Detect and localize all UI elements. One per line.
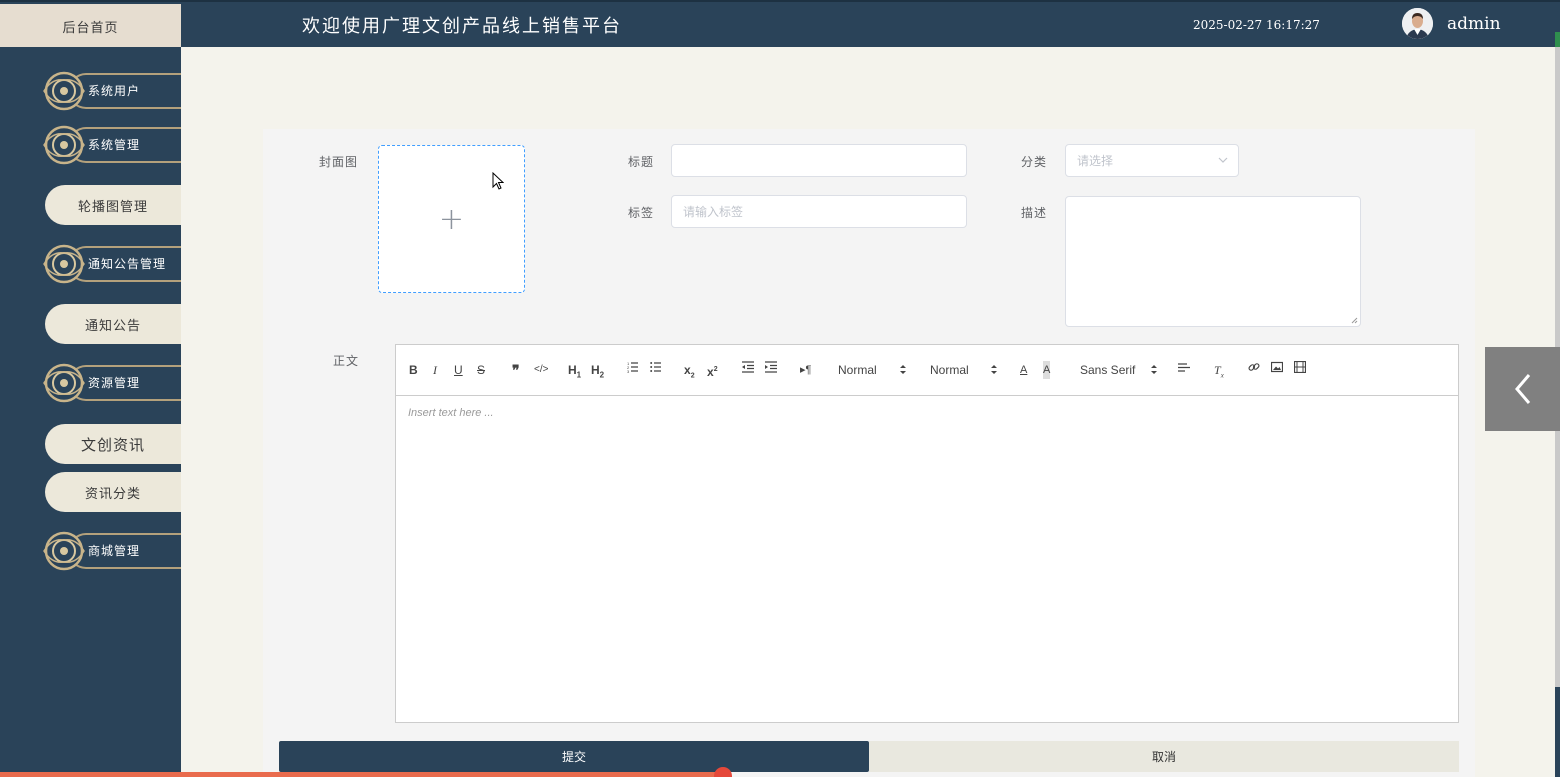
chevron-left-icon (1514, 374, 1530, 404)
category-placeholder: 请选择 (1077, 154, 1114, 168)
ordered-list-icon[interactable]: 123 (627, 361, 639, 373)
font-picker-value: Sans Serif (1080, 363, 1136, 377)
title-label: 标题 (628, 155, 655, 169)
sidebar-item-label: 通知公告管理 (88, 257, 167, 271)
text-color-icon[interactable]: A (1020, 361, 1027, 379)
strike-icon[interactable]: S (477, 361, 485, 379)
background-color-icon[interactable]: A (1043, 361, 1051, 379)
caret-updown-icon (900, 365, 906, 374)
user-avatar-icon (1402, 8, 1433, 39)
bold-icon[interactable]: B (409, 361, 418, 379)
italic-icon[interactable]: I (433, 361, 437, 379)
home-tab[interactable]: 后台首页 (0, 4, 181, 49)
editor-toolbar: B I U S ❞ </> H1 H2 123 x2 x2 ▸¶ Normal … (396, 345, 1458, 396)
code-block-icon[interactable]: </> (534, 361, 548, 379)
top-header: 后台首页 欢迎使用广理文创产品线上销售平台 2025-02-27 16:17:2… (0, 0, 1560, 49)
sidebar-item-resource-management[interactable]: 资源管理 (40, 360, 181, 406)
datetime: 2025-02-27 16:17:27 (1193, 18, 1320, 32)
caret-updown-icon (991, 365, 997, 374)
header-picker[interactable]: Normal (838, 361, 906, 379)
title-input[interactable] (671, 144, 967, 177)
superscript-icon[interactable]: x2 (707, 361, 718, 381)
cover-uploader[interactable]: + (378, 145, 525, 293)
header2-icon[interactable]: H2 (591, 361, 604, 384)
progress-line (0, 772, 725, 777)
collapse-panel-button[interactable] (1485, 347, 1560, 431)
ornament-icon (43, 531, 85, 571)
video-icon[interactable] (1294, 361, 1306, 373)
rich-text-editor: B I U S ❞ </> H1 H2 123 x2 x2 ▸¶ Normal … (395, 344, 1459, 723)
category-select[interactable]: 请选择 (1065, 144, 1239, 177)
image-icon[interactable] (1271, 361, 1283, 373)
news-form: 封面图 + 标题 分类 请选择 标签 请输入标签 描述 正文 B I U S ❞… (263, 129, 1475, 777)
sidebar: 系统用户 系统管理 轮播图管理 通知公告管理 通知公告 资源管理 文创资讯 资讯… (0, 47, 181, 777)
main-content: 封面图 + 标题 分类 请选择 标签 请输入标签 描述 正文 B I U S ❞… (181, 47, 1555, 777)
font-picker[interactable]: Sans Serif (1080, 361, 1157, 379)
site-title: 欢迎使用广理文创产品线上销售平台 (302, 16, 622, 37)
header-picker-value: Normal (838, 363, 877, 377)
sidebar-item-label: 系统管理 (88, 138, 141, 152)
edge-indicator (1555, 32, 1560, 48)
header1-icon[interactable]: H1 (568, 361, 581, 384)
cancel-button[interactable]: 取消 (869, 741, 1459, 772)
avatar[interactable] (1402, 8, 1433, 39)
username[interactable]: admin (1447, 14, 1501, 34)
ornament-icon (43, 244, 85, 284)
category-label: 分类 (1021, 155, 1048, 169)
sidebar-item-shop-management[interactable]: 商城管理 (40, 528, 181, 574)
sidebar-item-carousel[interactable]: 轮播图管理 (45, 185, 181, 225)
indent-icon[interactable] (765, 361, 777, 373)
resize-handle-icon[interactable] (1351, 317, 1358, 324)
sidebar-item-label: 商城管理 (88, 544, 141, 558)
sidebar-item-notice-management[interactable]: 通知公告管理 (40, 241, 181, 287)
submit-button[interactable]: 提交 (279, 741, 869, 772)
subscript-icon[interactable]: x2 (684, 361, 695, 385)
description-textarea[interactable] (1065, 196, 1361, 327)
chevron-down-icon (1218, 157, 1228, 163)
sidebar-item-label: 资源管理 (88, 376, 141, 390)
mouse-cursor-icon (492, 172, 504, 190)
size-picker[interactable]: Normal (930, 361, 997, 379)
sidebar-item-system-management[interactable]: 系统管理 (40, 122, 181, 168)
plus-icon: + (438, 201, 465, 237)
caret-updown-icon (1151, 365, 1157, 374)
sidebar-item-creative-news[interactable]: 文创资讯 (45, 424, 181, 464)
outdent-icon[interactable] (742, 361, 754, 373)
sidebar-item-label: 系统用户 (88, 84, 141, 98)
ornament-icon (43, 71, 85, 111)
desc-label: 描述 (1021, 206, 1048, 220)
blockquote-icon[interactable]: ❞ (512, 361, 520, 379)
tags-label: 标签 (628, 206, 655, 220)
link-icon[interactable] (1248, 361, 1260, 373)
ornament-icon (43, 363, 85, 403)
editor-placeholder[interactable]: Insert text here ... (408, 407, 494, 419)
cover-label: 封面图 (319, 155, 359, 169)
underline-icon[interactable]: U (454, 361, 463, 379)
text-direction-icon[interactable]: ▸¶ (800, 361, 811, 379)
align-icon[interactable] (1178, 361, 1190, 373)
bullet-list-icon[interactable] (650, 361, 662, 373)
sidebar-item-notice[interactable]: 通知公告 (45, 304, 181, 344)
body-label: 正文 (333, 354, 360, 368)
clear-format-icon[interactable]: Tx (1214, 361, 1224, 384)
sidebar-item-news-category[interactable]: 资讯分类 (45, 472, 181, 512)
ornament-icon (43, 125, 85, 165)
size-picker-value: Normal (930, 363, 969, 377)
svg-text:3: 3 (627, 369, 630, 373)
sidebar-item-system-users[interactable]: 系统用户 (40, 68, 181, 114)
tags-input[interactable]: 请输入标签 (671, 195, 967, 228)
